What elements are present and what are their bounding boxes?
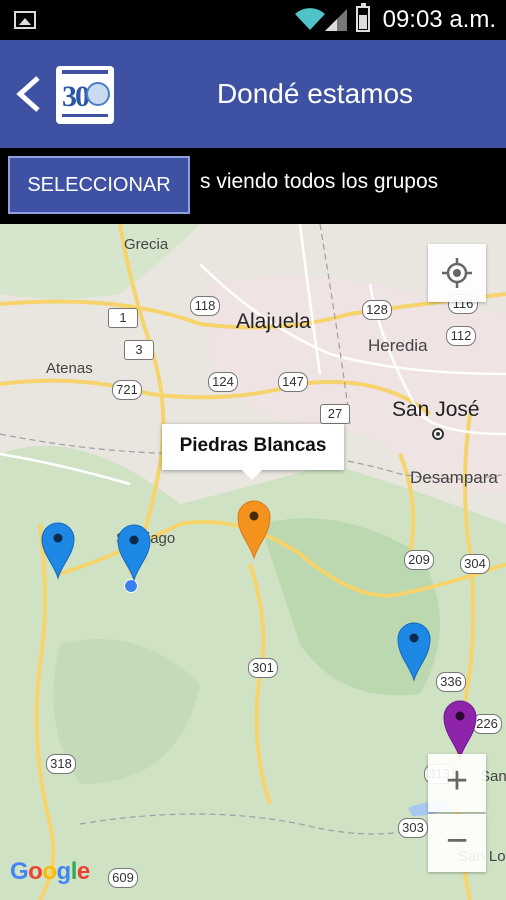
- map-view[interactable]: Grecia Alajuela Heredia Atenas San José …: [0, 224, 506, 900]
- google-logo: Google: [10, 858, 90, 885]
- route-shield: 124: [208, 372, 238, 392]
- route-shield: 304: [460, 554, 490, 574]
- route-shield: 303: [398, 818, 428, 838]
- map-marker-blue[interactable]: [40, 520, 76, 580]
- crosshair-icon: [442, 258, 472, 288]
- map-marker-orange-selected[interactable]: [236, 498, 272, 560]
- route-shield: 128: [362, 300, 392, 320]
- route-shield: 209: [404, 550, 434, 570]
- route-shield: 118: [190, 296, 220, 316]
- app-logo: 30: [56, 66, 114, 124]
- place-alajuela: Alajuela: [236, 310, 311, 333]
- map-marker-purple[interactable]: [442, 698, 478, 760]
- place-atenas: Atenas: [46, 360, 93, 377]
- filter-status-text: s viendo todos los grupos: [200, 170, 439, 193]
- route-shield: 301: [248, 658, 278, 678]
- route-shield: 721: [112, 380, 142, 400]
- page-title: Dondé estamos: [216, 78, 414, 109]
- logo-text: 30: [62, 80, 90, 113]
- route-shield: 336: [436, 672, 466, 692]
- route-shield: 3: [124, 340, 154, 360]
- route-shield: 1: [108, 308, 138, 328]
- app-bar: 30 Dondé estamos: [0, 40, 506, 148]
- my-location-button[interactable]: [428, 244, 486, 302]
- place-san-jose: San José: [392, 398, 480, 421]
- wifi-icon: [295, 8, 325, 31]
- image-notification-icon: [14, 11, 36, 29]
- route-shield: 318: [46, 754, 76, 774]
- place-grecia: Grecia: [124, 236, 169, 253]
- capital-dot-icon: [432, 428, 444, 440]
- back-arrow-icon[interactable]: [12, 74, 46, 114]
- clock: 09:03 a.m.: [382, 6, 496, 33]
- route-shield: 112: [446, 326, 476, 346]
- group-selector-bar: SELECCIONAR s viendo todos los grupos: [0, 148, 506, 224]
- zoom-out-button[interactable]: −: [428, 814, 486, 872]
- place-desamparados: Desampara: [410, 468, 498, 487]
- signal-icon: [325, 9, 347, 31]
- map-marker-blue[interactable]: [396, 620, 432, 682]
- battery-icon: [356, 3, 370, 32]
- zoom-in-button[interactable]: +: [428, 754, 486, 812]
- select-button[interactable]: SELECCIONAR: [8, 156, 190, 214]
- route-shield: 27: [320, 404, 350, 424]
- status-bar: 09:03 a.m.: [0, 0, 506, 40]
- place-heredia: Heredia: [368, 336, 428, 355]
- route-shield: 147: [278, 372, 308, 392]
- route-shield: 609: [108, 868, 138, 888]
- map-marker-blue[interactable]: [116, 522, 152, 582]
- marker-info-window[interactable]: Piedras Blancas: [162, 424, 344, 480]
